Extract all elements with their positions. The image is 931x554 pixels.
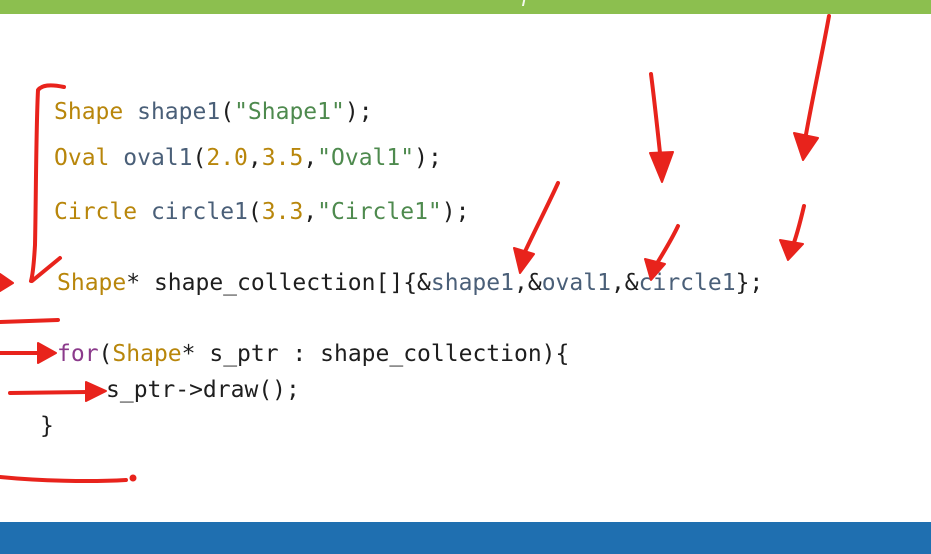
punct-token: ); [414, 145, 442, 171]
punct-token: , [303, 199, 318, 225]
underline-collection [0, 318, 60, 324]
bottom-banner [0, 522, 931, 554]
arrow-down-right-head [793, 132, 819, 161]
code-line-for: for(Shape* s_ptr : shape_collection){ [57, 343, 569, 366]
arrow-down-right [803, 14, 831, 142]
code-line-circle1: Circle circle1(3.3,"Circle1"); [54, 201, 469, 224]
arrow-to-circle1-head [779, 239, 804, 261]
code-text: * s_ptr : shape_collection){ [181, 341, 570, 367]
code-line-closing-brace: } [40, 413, 54, 439]
underline-dot [129, 474, 137, 482]
arrow-down-mid [649, 72, 663, 164]
arrow-to-shape1 [520, 181, 560, 260]
keyword-token: for [57, 341, 99, 367]
type-token: Oval [54, 145, 110, 171]
punct-token: ( [220, 99, 235, 125]
bracket-tick [30, 256, 62, 283]
arrow-to-oval1 [651, 224, 680, 272]
number-token: 2.0 [206, 145, 248, 171]
punct-token: , [247, 145, 262, 171]
string-token: "Circle1" [317, 199, 442, 225]
punct-token: , [303, 145, 318, 171]
identifier-token: oval1 [123, 145, 193, 171]
arrow-to-circle1 [790, 204, 806, 250]
code-text: * shape_collection[]{& [126, 270, 431, 296]
punct-token: ); [344, 99, 373, 125]
arrow-to-for-head [37, 342, 57, 364]
code-line-oval1: Oval oval1(2.0,3.5,"Oval1"); [54, 147, 442, 170]
identifier-token: circle1 [150, 199, 248, 225]
string-token: "Oval1" [317, 145, 415, 171]
type-token: Shape [112, 341, 182, 367]
type-token: Shape [57, 270, 127, 296]
identifier-token: circle1 [638, 270, 736, 296]
banner-mark [513, 0, 527, 6]
arrow-down-mid-head [649, 151, 674, 183]
type-token: Shape [54, 99, 124, 125]
punct-token: ( [247, 199, 262, 225]
arrow-to-draw-head [85, 381, 107, 402]
punct-token: ( [98, 341, 113, 367]
identifier-token: shape1 [430, 270, 514, 296]
punct-token: }; [735, 270, 764, 296]
underline-bottom [0, 475, 128, 483]
arrow-to-draw [8, 390, 90, 395]
number-token: 3.5 [261, 145, 304, 171]
identifier-token: oval1 [541, 270, 611, 296]
code-line-shape1: Shape shape1("Shape1"); [54, 101, 373, 124]
type-token: Circle [54, 199, 138, 225]
code-line-draw: s_ptr->draw(); [106, 377, 300, 403]
top-banner [0, 0, 931, 14]
identifier-token: shape1 [137, 99, 221, 125]
slide: Shape shape1("Shape1"); Oval oval1(2.0,3… [0, 0, 931, 554]
punct-token: ,& [513, 270, 542, 296]
number-token: 3.3 [261, 199, 304, 225]
edge-arrow-head [0, 273, 14, 292]
string-token: "Shape1" [234, 99, 345, 125]
punct-token: ( [192, 145, 207, 171]
punct-token: ,& [610, 270, 639, 296]
punct-token: ); [441, 199, 470, 225]
code-line-shape-collection: Shape* shape_collection[]{&shape1,&oval1… [57, 272, 763, 295]
